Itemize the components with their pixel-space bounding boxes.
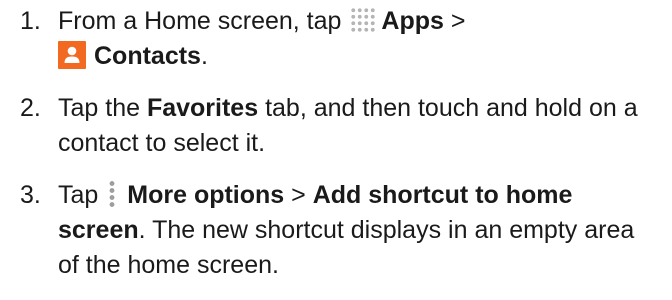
step-1: 1. From a Home screen, tap Apps > Contact… bbox=[20, 4, 660, 74]
contacts-icon bbox=[58, 41, 86, 69]
step-2: 2. Tap the Favorites tab, and then touch… bbox=[20, 91, 660, 161]
step-text-part: > bbox=[284, 181, 313, 209]
step-number: 1. bbox=[20, 7, 41, 35]
favorites-label: Favorites bbox=[146, 94, 259, 122]
step-text: Tap More options > Add shortcut to home … bbox=[58, 178, 660, 283]
instruction-steps: 1. From a Home screen, tap Apps > Contact… bbox=[20, 4, 660, 300]
step-text: From a Home screen, tap Apps > Contacts. bbox=[58, 4, 660, 74]
more-options-icon bbox=[109, 180, 116, 208]
step-number: 3. bbox=[20, 181, 41, 209]
step-text-part: Tap the bbox=[58, 94, 147, 122]
more-options-label: More options bbox=[127, 181, 285, 209]
step-number: 2. bbox=[20, 94, 41, 122]
contacts-label: Contacts bbox=[94, 42, 201, 70]
step-text-part: From a Home screen, tap bbox=[58, 7, 349, 35]
apps-label: Apps bbox=[381, 7, 444, 35]
step-text: Tap the Favorites tab, and then touch an… bbox=[58, 91, 660, 161]
step-text-part: Tap bbox=[58, 181, 106, 209]
step-3: 3. Tap More options > Add shortcut to ho… bbox=[20, 178, 660, 283]
step-text-part: . bbox=[200, 42, 208, 70]
step-text-part: > bbox=[443, 7, 466, 35]
apps-grid-icon bbox=[350, 7, 377, 33]
step-text-part: . The new shortcut displays in an empty … bbox=[58, 216, 635, 279]
